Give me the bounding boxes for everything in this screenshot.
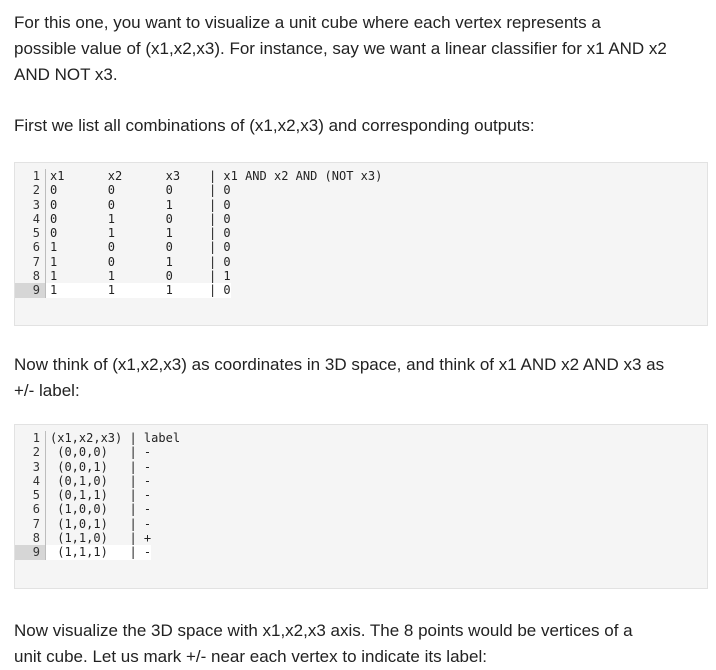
code-text: 1 0 0 | 0 (50, 240, 231, 255)
code-line: 8 1 1 0 | 1 (15, 269, 707, 284)
code-text: 0 0 1 | 0 (50, 197, 231, 212)
line-number: 2 (15, 445, 45, 460)
code-line: 4 (0,1,0) | - (15, 473, 707, 489)
code-line: 2 0 0 0 | 0 (15, 183, 707, 198)
code-line: 7 1 0 1 | 0 (15, 254, 707, 270)
code-line: 2 (0,0,0) | - (15, 445, 707, 460)
list-line: First we list all combinations of (x1,x2… (14, 116, 535, 135)
code-text: 0 1 0 | 0 (50, 211, 231, 226)
truth-table-code-block: 1 x1 x2 x3 | x1 AND x2 AND (NOT x3) 2 0 0 0… (14, 162, 708, 326)
line-number: 4 (15, 473, 45, 489)
line-number: 8 (15, 269, 45, 284)
code-text: (0,1,0) | - (50, 473, 152, 488)
line-number: 6 (15, 240, 45, 255)
code-text: (1,0,0) | - (50, 502, 152, 517)
code-line: 3 0 0 1 | 0 (15, 197, 707, 212)
code-line: 8 (1,1,0) | + (15, 531, 707, 546)
intro-line-1: For this one, you want to visualize a un… (14, 13, 601, 32)
intro-line-2: possible value of (x1,x2,x3). For instan… (14, 39, 667, 58)
code-line: 91 1 1 | 0 (15, 283, 707, 298)
line-number: 7 (15, 254, 45, 270)
code-text: 1 0 1 | 0 (50, 254, 231, 269)
line-number: 8 (15, 531, 45, 546)
list-paragraph: First we list all combinations of (x1,x2… (14, 113, 708, 139)
code-text: (1,1,0) | + (50, 531, 152, 546)
line-number: 3 (15, 197, 45, 212)
coordinates-line-1: Now think of (x1,x2,x3) as coordinates i… (14, 355, 665, 374)
code-text: (1,1,1) | - (46, 545, 152, 560)
line-number: 6 (15, 502, 45, 517)
line-number: 5 (15, 488, 45, 503)
code-line: 5 0 1 1 | 0 (15, 226, 707, 241)
line-number: 5 (15, 226, 45, 241)
visualize-paragraph: Now visualize the 3D space with x1,x2,x3… (14, 618, 708, 670)
line-number: 9 (15, 283, 45, 298)
intro-line-3: AND NOT x3. (14, 65, 118, 84)
code-line: 6 (1,0,0) | - (15, 502, 707, 517)
visualize-line-1: Now visualize the 3D space with x1,x2,x3… (14, 621, 633, 640)
line-number: 4 (15, 211, 45, 227)
line-number: 2 (15, 183, 45, 198)
code-line: 5 (0,1,1) | - (15, 488, 707, 503)
line-number: 3 (15, 459, 45, 474)
coordinates-line-2: +/- label: (14, 381, 80, 400)
code-text: (0,0,0) | - (50, 445, 152, 460)
code-text: 0 1 1 | 0 (50, 226, 231, 241)
labels-code-block: 1 (x1,x2,x3) | label 2 (0,0,0) | -3 (0,0,1… (14, 424, 708, 589)
code-line: 1 x1 x2 x3 | x1 AND x2 AND (NOT x3) (15, 169, 707, 184)
code-line: 9 (1,1,1) | - (15, 545, 707, 560)
code-text: 1 1 0 | 1 (50, 269, 231, 284)
line-number: 1 (15, 169, 45, 184)
visualize-line-2: unit cube. Let us mark +/- near each ver… (14, 647, 487, 666)
code-line: 3 (0,0,1) | - (15, 459, 707, 474)
line-number: 9 (15, 545, 45, 560)
code-line: 4 0 1 0 | 0 (15, 211, 707, 227)
line-number: 1 (15, 431, 45, 446)
code-line: 6 1 0 0 | 0 (15, 240, 707, 255)
code-line: 7 (1,0,1) | - (15, 516, 707, 532)
code-text: (1,0,1) | - (50, 516, 152, 531)
code-text: (0,1,1) | - (50, 488, 152, 503)
code-text: 1 1 1 | 0 (46, 283, 231, 298)
intro-paragraph: For this one, you want to visualize a un… (14, 10, 708, 88)
code-text: (x1,x2,x3) | label (50, 431, 181, 445)
code-text: (0,0,1) | - (50, 459, 152, 474)
coordinates-paragraph: Now think of (x1,x2,x3) as coordinates i… (14, 352, 708, 404)
code-text: x1 x2 x3 | x1 AND x2 AND (NOT x3) (50, 169, 383, 183)
line-number: 7 (15, 516, 45, 532)
code-text: 0 0 0 | 0 (50, 183, 231, 198)
code-line: 1 (x1,x2,x3) | label (15, 431, 707, 446)
